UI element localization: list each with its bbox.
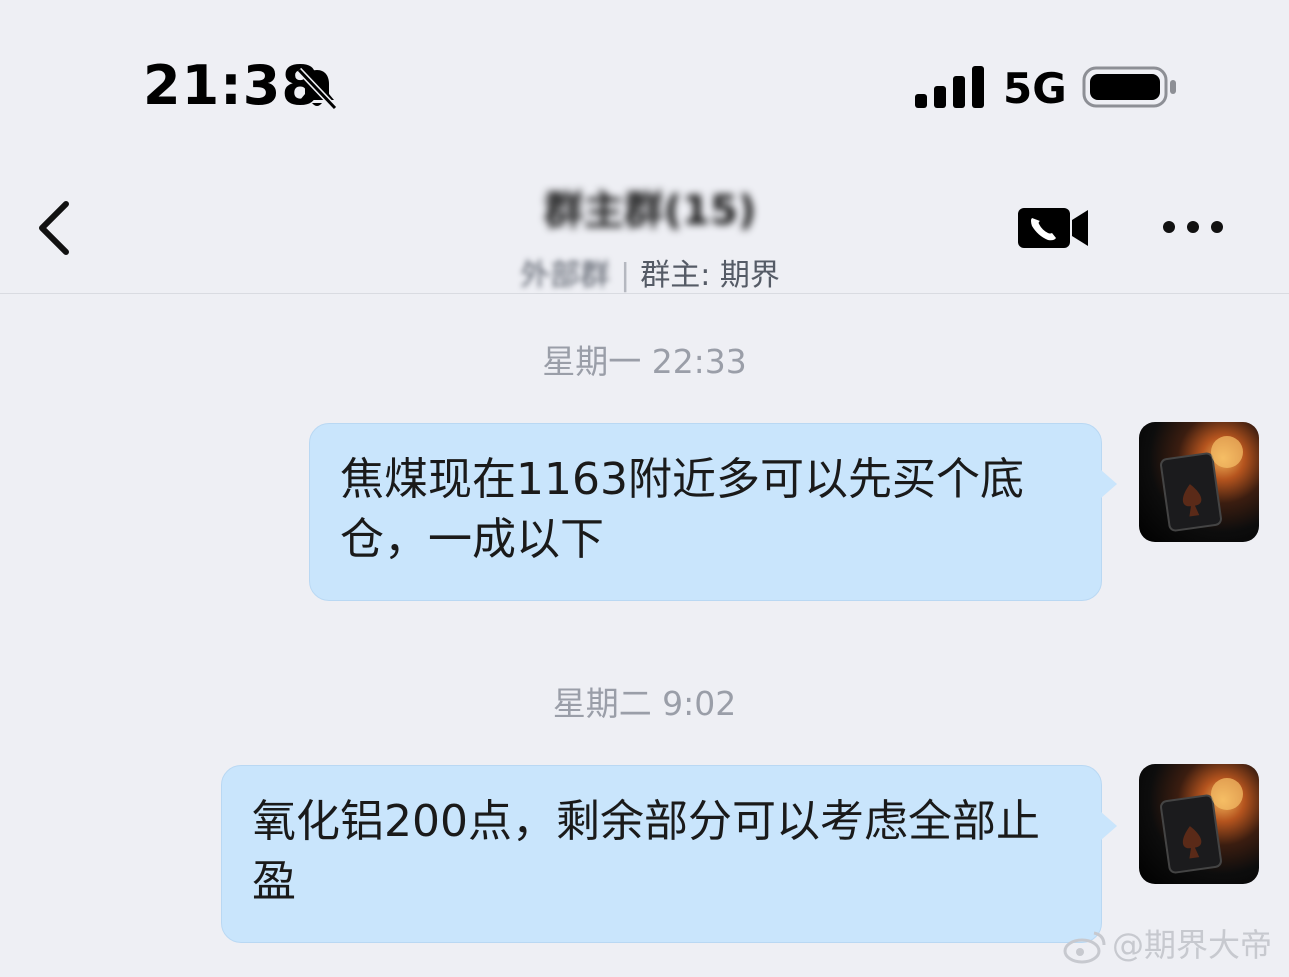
chat-title: 群主群(15) <box>543 188 757 234</box>
status-bar: 21:38 5G <box>0 0 1289 130</box>
signal-icon <box>915 66 984 108</box>
chat-subtitle: 外部群 | 群主: 期界 <box>440 250 860 294</box>
avatar[interactable] <box>1139 422 1259 542</box>
chat-header: 群主群(15) 外部群 | 群主: 期界 <box>0 150 1289 294</box>
message-timestamp: 星期二 9:02 <box>552 684 737 723</box>
chevron-left-icon[interactable] <box>30 198 80 258</box>
chat-title-area[interactable]: 群主群(15) 外部群 | 群主: 期界 <box>440 178 860 294</box>
group-type-label: 外部群 <box>520 258 611 293</box>
avatar-card-icon <box>1160 436 1243 532</box>
video-call-icon[interactable] <box>1018 206 1090 250</box>
avatar-card-icon <box>1160 778 1243 874</box>
bell-muted-icon <box>296 67 338 111</box>
group-owner-label: 群主: 期界 <box>640 258 780 293</box>
subtitle-divider: | <box>620 258 631 293</box>
more-icon[interactable] <box>1160 216 1226 238</box>
watermark-text: @期界大帝 <box>1112 926 1273 964</box>
message-bubble[interactable]: 焦煤现在1163附近多可以先买个底仓，一成以下 <box>309 423 1117 601</box>
message-timestamp: 星期一 22:33 <box>542 342 747 381</box>
watermark: @期界大帝 <box>1062 920 1272 966</box>
network-type: 5G <box>1003 64 1067 113</box>
avatar[interactable] <box>1139 764 1259 884</box>
message-bubble[interactable]: 氧化铝200点，剩余部分可以考虑全部止盈 <box>221 765 1117 943</box>
battery-icon <box>1082 66 1176 108</box>
weibo-logo-icon <box>1063 931 1106 964</box>
